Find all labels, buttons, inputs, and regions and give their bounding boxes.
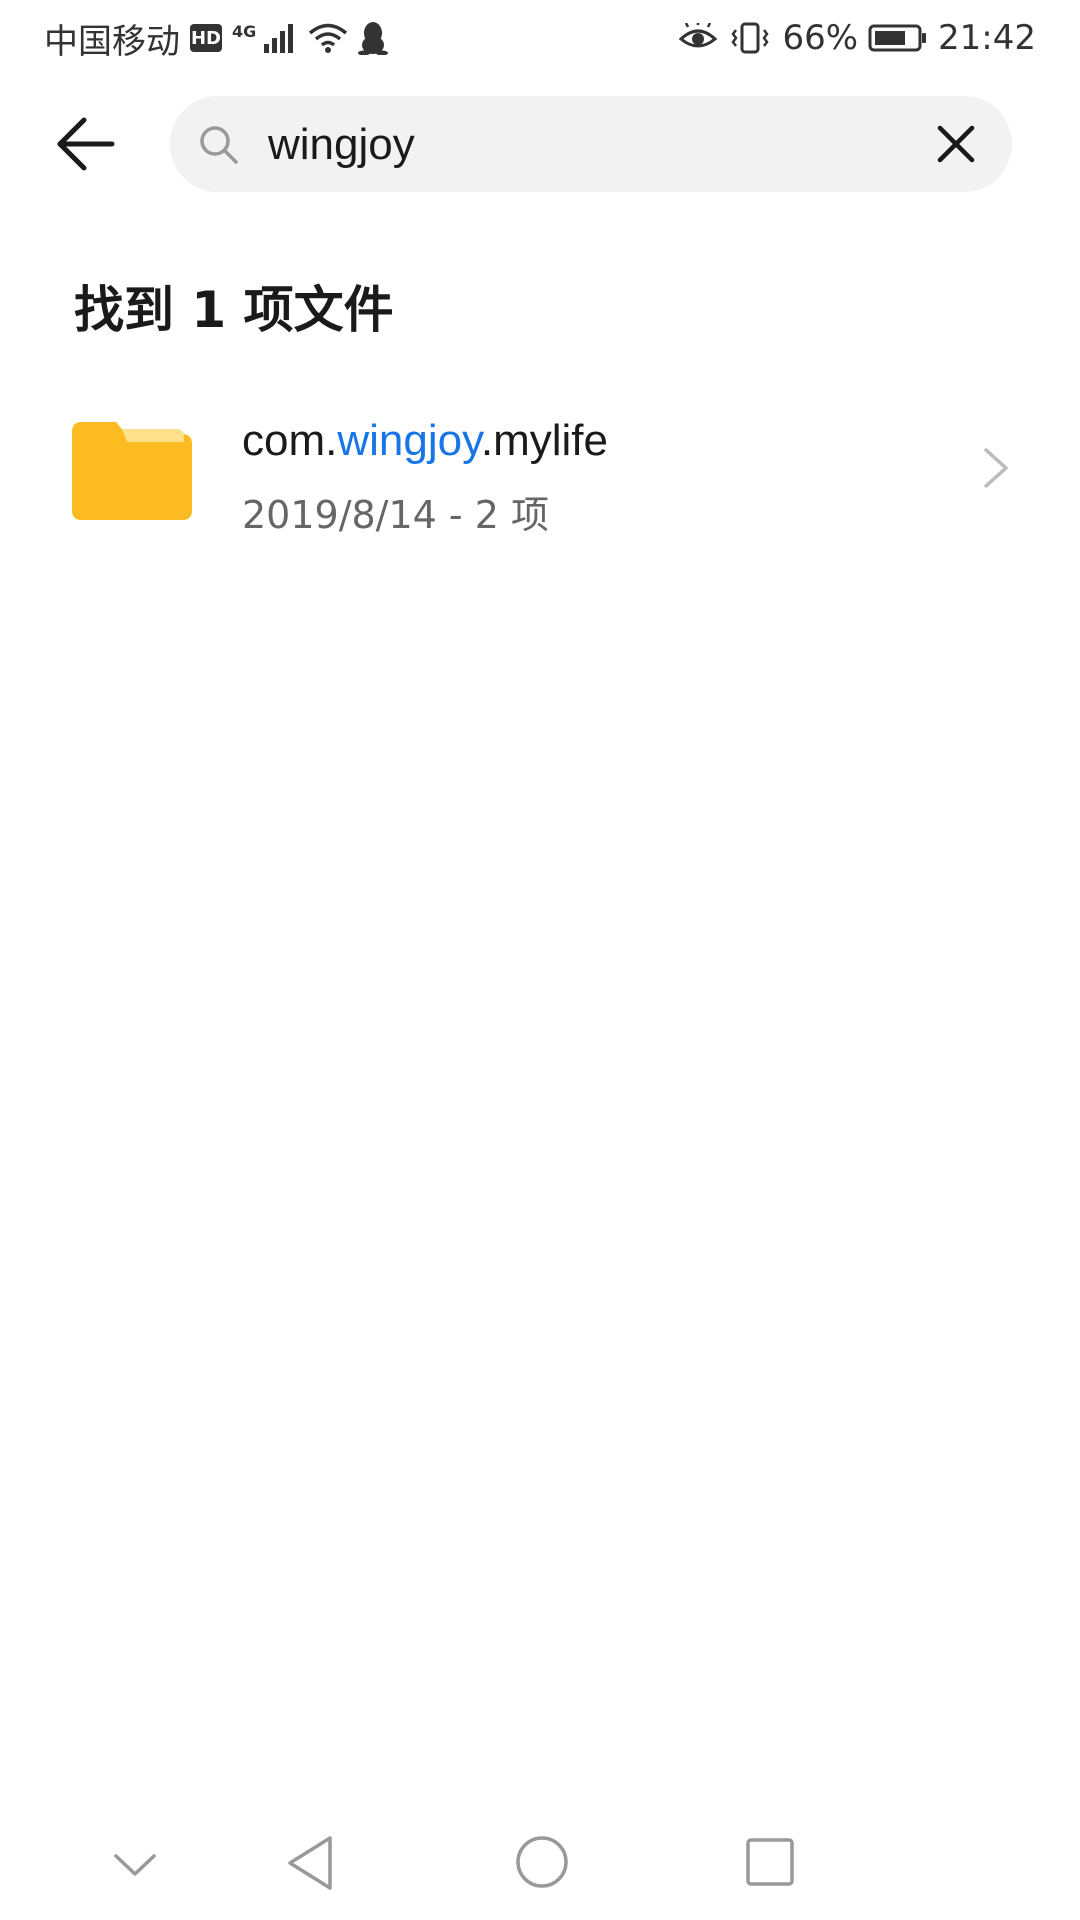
title-suffix: .mylife: [480, 416, 608, 465]
battery-icon: [868, 24, 927, 52]
status-left: 中国移动 HD 4G: [44, 14, 389, 63]
screen: 中国移动 HD 4G 66% 21:42 wingjoy 找到 1 项文件 co…: [0, 0, 1080, 1920]
chevron-right-icon: [984, 448, 1008, 488]
network-type: 4G: [232, 21, 257, 41]
arrow-left-icon: [57, 117, 115, 171]
nav-back-icon[interactable]: [284, 1834, 336, 1892]
clear-search-button[interactable]: [934, 122, 978, 166]
search-input[interactable]: [266, 114, 870, 176]
nav-home-icon[interactable]: [514, 1834, 570, 1890]
qq-icon: [358, 22, 389, 55]
search-bar[interactable]: [170, 96, 1012, 192]
list-item[interactable]: com.wingjoy.mylife 2019/8/14 - 2 项: [0, 390, 1080, 550]
search-app-bar: [0, 94, 1080, 194]
result-title: com.wingjoy.mylife: [242, 416, 608, 466]
folder-icon: [72, 422, 192, 520]
back-button[interactable]: [48, 114, 124, 174]
close-icon: [937, 125, 975, 163]
status-right: 66% 21:42: [678, 18, 1036, 58]
search-icon: [200, 126, 238, 164]
hd-badge: HD: [190, 24, 222, 52]
status-bar: 中国移动 HD 4G 66% 21:42: [0, 0, 1080, 76]
navigation-bar: [0, 1808, 1080, 1920]
carrier-name: 中国移动: [44, 21, 180, 62]
result-meta: 2019/8/14 - 2 项: [242, 493, 549, 537]
result-count-heading: 找到 1 项文件: [74, 281, 394, 339]
eye-comfort-icon: [679, 23, 718, 48]
vibrate-icon: [731, 22, 769, 54]
chevron-down-icon[interactable]: [112, 1850, 158, 1880]
clock: 21:42: [938, 18, 1036, 58]
signal-icon: [264, 24, 294, 53]
title-prefix: com.: [242, 416, 338, 465]
title-highlight: wingjoy: [337, 416, 481, 465]
wifi-icon: [309, 23, 348, 53]
battery-percent: 66%: [782, 18, 859, 58]
nav-recents-icon[interactable]: [744, 1836, 796, 1888]
